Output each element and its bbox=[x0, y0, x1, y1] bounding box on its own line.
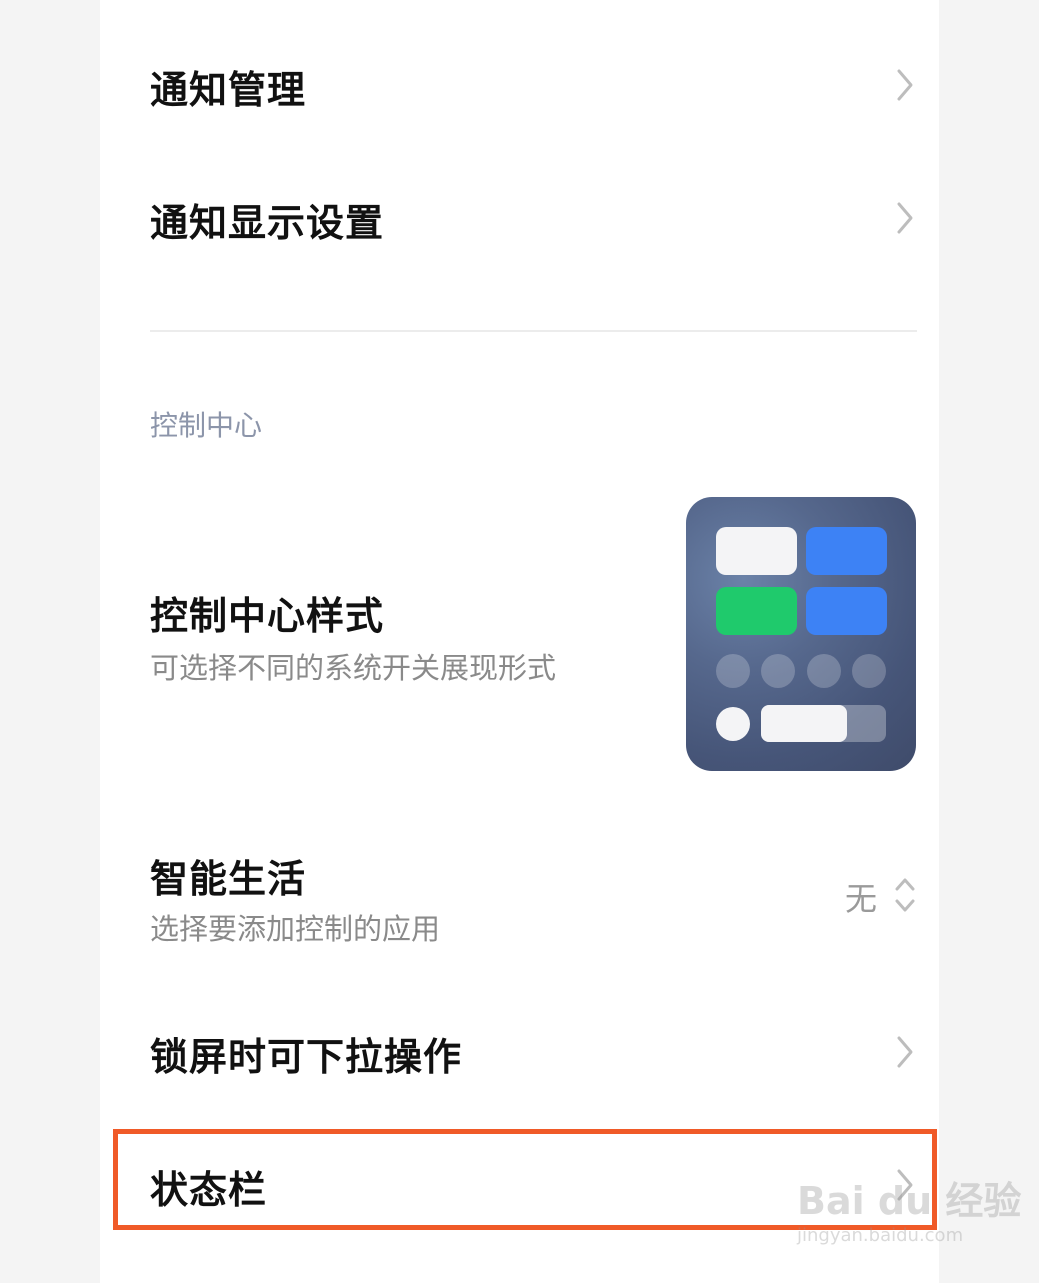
lockscreen-pulldown-label: 锁屏时可下拉操作 bbox=[150, 1035, 463, 1079]
notification-display-settings-label: 通知显示设置 bbox=[150, 201, 385, 245]
watermark-brand: Bai du 经验 bbox=[797, 1179, 1022, 1223]
section-divider bbox=[150, 330, 917, 332]
preview-toggle-dot bbox=[761, 654, 795, 688]
control-center-style-row[interactable]: 控制中心样式 可选择不同的系统开关展现形式 bbox=[150, 585, 670, 685]
control-center-style-title: 控制中心样式 bbox=[150, 594, 385, 638]
lockscreen-pulldown-row[interactable]: 锁屏时可下拉操作 bbox=[150, 1022, 917, 1082]
notification-management-row[interactable]: 通知管理 bbox=[150, 55, 917, 115]
control-center-style-subtitle: 可选择不同的系统开关展现形式 bbox=[150, 651, 557, 685]
control-center-style-preview[interactable] bbox=[686, 497, 916, 771]
smart-life-subtitle: 选择要添加控制的应用 bbox=[150, 912, 441, 946]
preview-tile-white bbox=[716, 527, 797, 575]
up-down-arrow-icon bbox=[893, 875, 917, 915]
chevron-right-icon bbox=[891, 198, 917, 238]
left-margin-strip bbox=[0, 0, 100, 1283]
baidu-watermark: Bai du 经验 jingyan.baidu.com bbox=[797, 1170, 1021, 1246]
preview-tile-green bbox=[716, 587, 797, 635]
chevron-right-icon bbox=[891, 65, 917, 105]
preview-tile-blue bbox=[806, 587, 887, 635]
preview-toggle-dot bbox=[716, 654, 750, 688]
notification-management-label: 通知管理 bbox=[150, 68, 307, 112]
smart-life-value: 无 bbox=[844, 880, 877, 918]
watermark-url: jingyan.baidu.com bbox=[797, 1225, 964, 1246]
preview-toggle-dot bbox=[852, 654, 886, 688]
preview-slider-fill bbox=[761, 705, 847, 742]
control-center-section-header: 控制中心 bbox=[150, 409, 263, 442]
notification-display-settings-row[interactable]: 通知显示设置 bbox=[150, 188, 917, 248]
preview-brightness-dot bbox=[716, 707, 750, 741]
chevron-right-icon bbox=[891, 1032, 917, 1072]
smart-life-row[interactable]: 智能生活 选择要添加控制的应用 无 bbox=[150, 848, 917, 948]
preview-toggle-dot bbox=[807, 654, 841, 688]
smart-life-title: 智能生活 bbox=[150, 857, 307, 901]
preview-tile-blue bbox=[806, 527, 887, 575]
right-margin-strip bbox=[939, 0, 1039, 1283]
